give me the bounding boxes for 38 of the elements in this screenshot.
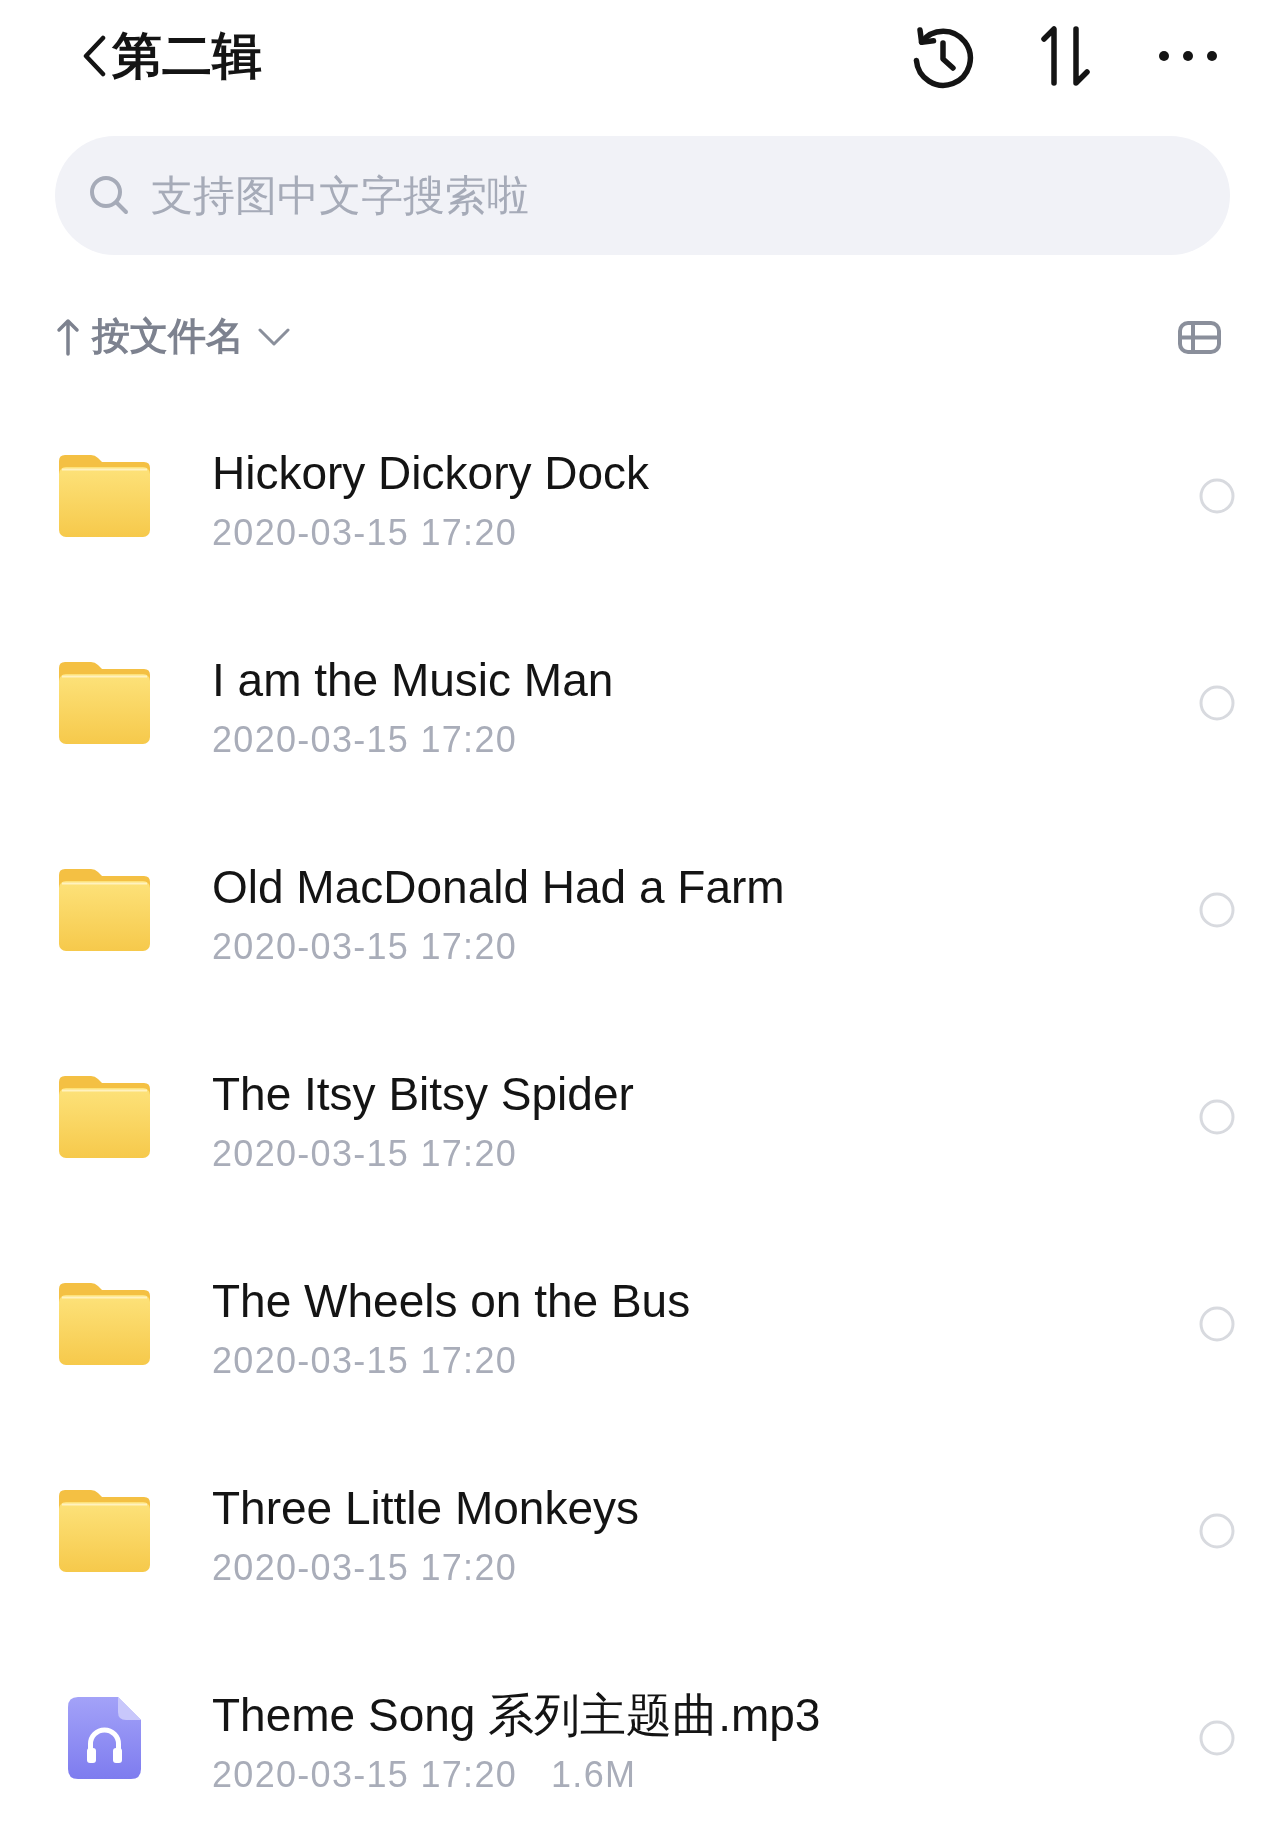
search-field[interactable]: 支持图中文字搜索啦 xyxy=(55,136,1230,255)
select-radio[interactable] xyxy=(1199,477,1235,514)
select-radio[interactable] xyxy=(1199,1305,1235,1342)
view-toggle-icon[interactable] xyxy=(1178,320,1221,354)
file-name: The Itsy Bitsy Spider xyxy=(212,1067,634,1121)
file-name: Theme Song 系列主题曲.mp3 xyxy=(212,1688,821,1742)
folder-icon xyxy=(59,454,150,537)
search-icon xyxy=(89,175,129,215)
folder-icon xyxy=(59,1282,150,1365)
file-date: 2020-03-15 17:20 xyxy=(212,1546,518,1590)
file-name: I am the Music Man xyxy=(212,653,614,707)
select-radio[interactable] xyxy=(1199,1098,1235,1135)
folder-icon xyxy=(59,1075,150,1158)
audio-file-icon xyxy=(68,1696,141,1779)
back-icon[interactable] xyxy=(82,35,106,77)
file-date: 2020-03-15 17:20 xyxy=(212,511,518,555)
select-radio[interactable] xyxy=(1199,684,1235,721)
folder-title: 第二辑 xyxy=(112,28,262,84)
more-icon[interactable] xyxy=(1158,50,1218,62)
file-date: 2020-03-15 17:20 xyxy=(212,1132,518,1176)
file-date: 2020-03-15 17:20 xyxy=(212,718,518,762)
select-radio[interactable] xyxy=(1199,1512,1235,1549)
file-name: Hickory Dickory Dock xyxy=(212,446,650,500)
file-size: 1.6M xyxy=(551,1753,637,1797)
select-radio[interactable] xyxy=(1199,891,1235,928)
file-date: 2020-03-15 17:20 xyxy=(212,1753,518,1797)
file-name: Old MacDonald Had a Farm xyxy=(212,860,785,914)
file-name: Three Little Monkeys xyxy=(212,1481,639,1535)
folder-icon xyxy=(59,661,150,744)
file-name: The Wheels on the Bus xyxy=(212,1274,691,1328)
file-date: 2020-03-15 17:20 xyxy=(212,1339,518,1383)
folder-icon xyxy=(59,1489,150,1572)
select-radio[interactable] xyxy=(1199,1719,1235,1756)
sort-button[interactable]: 按文件名 xyxy=(56,314,290,360)
up-arrow-icon xyxy=(56,318,80,356)
caret-icon xyxy=(258,328,290,346)
file-date: 2020-03-15 17:20 xyxy=(212,925,518,969)
folder-icon xyxy=(59,868,150,951)
